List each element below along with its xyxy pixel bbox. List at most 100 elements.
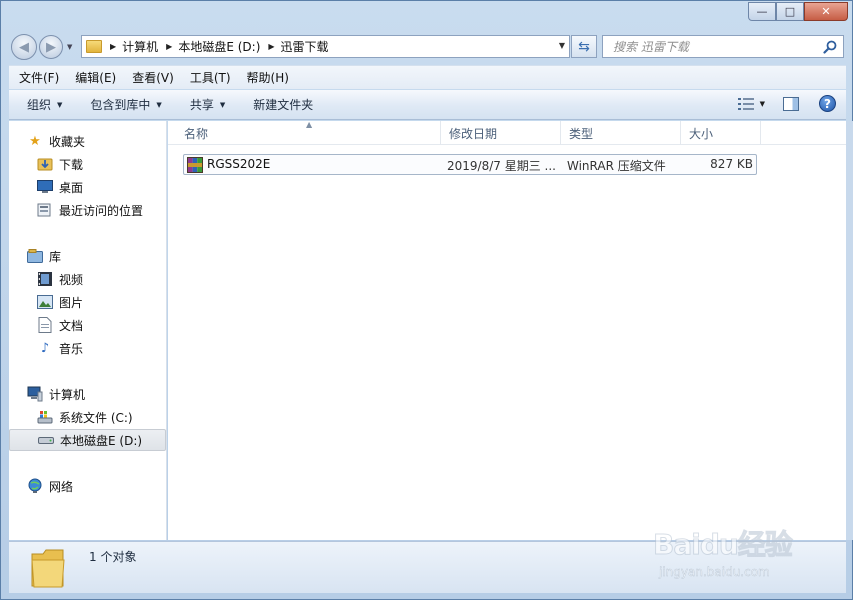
menu-help[interactable]: 帮助(H) — [247, 69, 289, 86]
nav-favorites[interactable]: ★ 收藏夹 — [9, 130, 166, 152]
share-label: 共享 — [189, 98, 214, 112]
organize-button[interactable]: 组织 ▼ — [27, 96, 62, 113]
nav-documents[interactable]: 文档 — [9, 314, 166, 336]
nav-libraries[interactable]: 库 — [9, 245, 166, 267]
file-size: 827 KB — [710, 157, 753, 171]
close-button[interactable]: ✕ — [804, 2, 848, 21]
menu-file[interactable]: 文件(F) — [19, 69, 59, 86]
preview-pane-icon[interactable] — [783, 96, 799, 111]
column-headers: ▲ 名称 修改日期 类型 大小 — [168, 120, 846, 145]
hard-drive-icon — [38, 432, 54, 448]
navigation-pane: ★ 收藏夹 下载 桌面 最近访问的位置 库 视频 图片 文档 ♪ 音乐 计算机 … — [9, 121, 167, 540]
address-bar[interactable]: ▶ 计算机 ▶ 本地磁盘E (D:) ▶ 迅雷下载 ▼ — [81, 35, 570, 58]
video-icon — [37, 271, 53, 287]
table-row[interactable]: RGSS202E 2019/8/7 星期三 ... WinRAR 压缩文件 82… — [183, 154, 757, 175]
view-controls: ▼ ? — [737, 95, 836, 112]
library-icon — [27, 248, 43, 264]
forward-button[interactable]: ▶ — [39, 35, 63, 59]
column-header-size[interactable]: 大小 — [681, 121, 761, 145]
nav-music[interactable]: ♪ 音乐 — [9, 337, 166, 359]
chevron-right-icon[interactable]: ▶ — [110, 42, 116, 51]
recent-pages-dropdown[interactable]: ▼ — [67, 43, 72, 51]
nav-drive-d[interactable]: 本地磁盘E (D:) — [9, 429, 166, 451]
title-bar: — □ ✕ — [1, 1, 852, 31]
nav-recent-places[interactable]: 最近访问的位置 — [9, 199, 166, 221]
document-icon — [37, 317, 53, 333]
menu-edit[interactable]: 编辑(E) — [75, 69, 116, 86]
share-button[interactable]: 共享 ▼ — [190, 96, 225, 113]
chevron-down-icon: ▼ — [219, 100, 226, 109]
file-modified: 2019/8/7 星期三 ... — [447, 159, 556, 173]
file-type: WinRAR 压缩文件 — [567, 159, 666, 173]
nav-libraries-label: 库 — [49, 249, 62, 264]
chevron-right-icon[interactable]: ▶ — [268, 42, 274, 51]
nav-pictures-label: 图片 — [59, 295, 84, 310]
breadcrumb-drive-d[interactable]: 本地磁盘E (D:) — [178, 38, 260, 55]
window-border-right — [846, 121, 853, 540]
view-details-icon[interactable] — [737, 97, 754, 110]
nav-computer[interactable]: 计算机 — [9, 383, 166, 405]
nav-computer-label: 计算机 — [49, 387, 86, 402]
recent-places-icon — [37, 202, 53, 218]
search-icon[interactable] — [823, 40, 837, 54]
item-count: 1 个对象 — [89, 550, 137, 564]
picture-icon — [37, 294, 53, 310]
computer-icon — [27, 386, 43, 402]
command-bar: 组织 ▼ 包含到库中 ▼ 共享 ▼ 新建文件夹 ▼ ? — [9, 90, 846, 120]
search-input[interactable] — [603, 36, 813, 57]
menu-bar: 文件(F) 编辑(E) 查看(V) 工具(T) 帮助(H) — [9, 65, 846, 89]
chevron-right-icon[interactable]: ▶ — [166, 42, 172, 51]
nav-drive-c-label: 系统文件 (C:) — [59, 410, 133, 425]
help-icon[interactable]: ? — [819, 95, 836, 112]
file-list: ▲ 名称 修改日期 类型 大小 RGSS202E 2019/8/7 星期三 ..… — [168, 120, 846, 540]
chevron-down-icon: ▼ — [57, 100, 63, 109]
nav-desktop-label: 桌面 — [59, 180, 84, 195]
music-icon: ♪ — [40, 340, 50, 356]
menu-view[interactable]: 查看(V) — [132, 69, 174, 86]
nav-favorites-label: 收藏夹 — [49, 134, 86, 149]
include-in-library-label: 包含到库中 — [90, 98, 151, 112]
column-header-name[interactable]: 名称 — [176, 121, 441, 145]
column-header-type[interactable]: 类型 — [561, 121, 681, 145]
explorer-window: — □ ✕ ◀ ▶ ▼ ▶ 计算机 ▶ 本地磁盘E (D:) ▶ 迅雷下载 ▼ … — [0, 0, 853, 600]
address-history-dropdown[interactable]: ▼ — [559, 41, 565, 50]
nav-recent-label: 最近访问的位置 — [59, 203, 144, 218]
system-drive-icon — [37, 409, 53, 425]
new-folder-button[interactable]: 新建文件夹 — [253, 96, 313, 113]
nav-music-label: 音乐 — [59, 341, 84, 356]
organize-label: 组织 — [27, 98, 52, 112]
nav-desktop[interactable]: 桌面 — [9, 176, 166, 198]
include-in-library-button[interactable]: 包含到库中 ▼ — [90, 96, 161, 113]
maximize-button[interactable]: □ — [776, 2, 804, 21]
file-name: RGSS202E — [207, 157, 271, 171]
nav-network[interactable]: 网络 — [9, 475, 166, 497]
nav-drive-d-label: 本地磁盘E (D:) — [60, 433, 143, 448]
details-pane: 1 个对象 — [9, 541, 846, 593]
network-icon — [27, 478, 43, 494]
minimize-button[interactable]: — — [748, 2, 776, 21]
nav-videos[interactable]: 视频 — [9, 268, 166, 290]
refresh-button[interactable]: ⇆ — [571, 35, 597, 58]
nav-network-label: 网络 — [49, 479, 74, 494]
nav-videos-label: 视频 — [59, 272, 84, 287]
window-controls: — □ ✕ — [748, 2, 848, 21]
download-folder-icon — [37, 156, 53, 172]
column-header-modified[interactable]: 修改日期 — [441, 121, 561, 145]
nav-pictures[interactable]: 图片 — [9, 291, 166, 313]
winrar-archive-icon — [187, 157, 203, 173]
desktop-icon — [37, 179, 53, 195]
chevron-down-icon: ▼ — [156, 100, 162, 109]
nav-downloads[interactable]: 下载 — [9, 153, 166, 175]
view-options-dropdown[interactable]: ▼ — [760, 100, 765, 108]
search-box[interactable] — [602, 35, 844, 58]
star-icon: ★ — [29, 133, 41, 149]
breadcrumb-computer[interactable]: 计算机 — [122, 38, 158, 55]
taskbar-ghost — [1, 1, 741, 23]
menu-tools[interactable]: 工具(T) — [190, 69, 231, 86]
back-button[interactable]: ◀ — [11, 34, 37, 60]
nav-documents-label: 文档 — [59, 318, 84, 333]
new-folder-label: 新建文件夹 — [253, 98, 314, 112]
breadcrumb-xunlei-download[interactable]: 迅雷下载 — [281, 38, 329, 55]
nav-drive-c[interactable]: 系统文件 (C:) — [9, 406, 166, 428]
forward-arrow-icon: ▶ — [46, 39, 56, 55]
